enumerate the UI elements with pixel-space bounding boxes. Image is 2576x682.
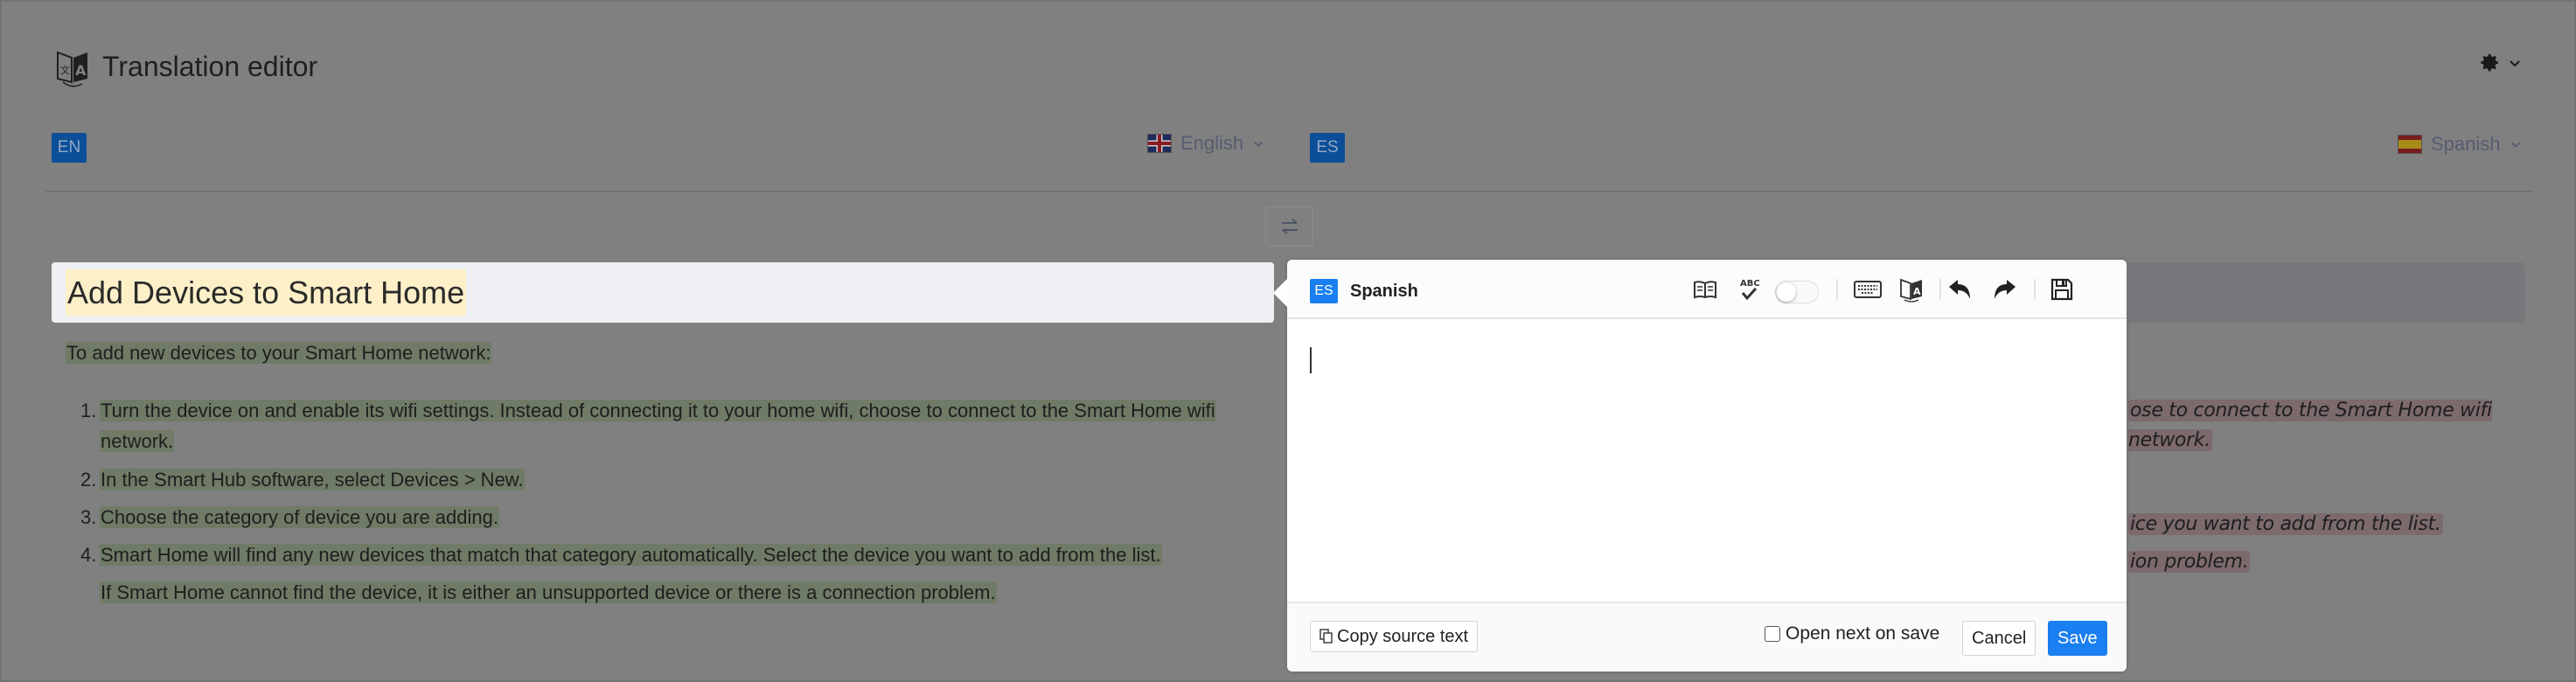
list-item-text: Choose the category of device you are ad… xyxy=(100,506,499,528)
translation-editor-popup: ES Spanish ABC A Copy source text Open n… xyxy=(1273,260,2127,672)
save-draft-button[interactable] xyxy=(2048,275,2076,303)
translate-logo-icon: A 文 xyxy=(57,51,87,87)
target-lang-badge: ES xyxy=(1310,133,1345,163)
source-list-item-1-continued[interactable]: network. xyxy=(100,427,175,456)
chevron-down-icon[interactable] xyxy=(2508,56,2522,70)
app-title: Translation editor xyxy=(102,51,318,82)
target-heading-segment[interactable] xyxy=(2128,262,2524,323)
machine-translate-button[interactable]: A xyxy=(1897,275,1925,303)
untranslated-text: ice you want to add from the list. xyxy=(2128,513,2443,535)
uk-flag-icon xyxy=(1147,134,1172,153)
header-divider xyxy=(45,191,2533,192)
virtual-keyboard-button[interactable] xyxy=(1854,275,1882,303)
source-language-label: English xyxy=(1180,132,1244,154)
chevron-down-icon xyxy=(1254,141,1264,147)
cancel-label: Cancel xyxy=(1972,628,2027,648)
svg-text:ABC: ABC xyxy=(1740,279,1760,289)
svg-text:文: 文 xyxy=(60,64,70,76)
source-note-text: If Smart Home cannot find the device, it… xyxy=(100,581,997,603)
list-number: 4. xyxy=(80,544,97,566)
list-item-text: Turn the device on and enable its wifi s… xyxy=(100,400,1216,421)
editor-toolbar: ES Spanish ABC A xyxy=(1287,260,2127,319)
source-note-segment[interactable]: If Smart Home cannot find the device, it… xyxy=(100,578,997,608)
source-intro-text: To add new devices to your Smart Home ne… xyxy=(66,342,492,364)
svg-text:A: A xyxy=(75,62,87,79)
save-floppy-icon xyxy=(2050,278,2073,301)
gear-icon[interactable] xyxy=(2476,51,2501,75)
target-segment-4[interactable]: ice you want to add from the list. xyxy=(2128,510,2443,539)
target-language-label: Spanish xyxy=(2431,133,2501,155)
source-lang-badge: EN xyxy=(52,133,87,163)
text-cursor xyxy=(1310,347,1312,373)
undo-icon xyxy=(1949,280,1970,299)
swap-languages-button[interactable] xyxy=(1265,206,1313,247)
redo-icon xyxy=(1995,280,2016,299)
list-item-text: network. xyxy=(100,430,175,452)
list-item-text: Smart Home will find any new devices tha… xyxy=(100,544,1162,566)
book-icon xyxy=(1694,281,1716,299)
copy-icon xyxy=(1319,629,1333,644)
copy-source-button[interactable]: Copy source text xyxy=(1310,621,1479,652)
editor-lang-label: Spanish xyxy=(1350,282,1418,301)
list-number: 2. xyxy=(80,469,97,491)
target-language-dropdown[interactable]: Spanish xyxy=(2398,130,2522,158)
list-item-text: In the Smart Hub software, select Device… xyxy=(100,469,525,491)
chevron-down-icon xyxy=(2510,142,2520,148)
target-segment-1[interactable]: ose to connect to the Smart Home wifi ne… xyxy=(2128,396,2574,456)
editor-footer: Copy source text Open next on save Cance… xyxy=(1287,602,2127,672)
toolbar-separator xyxy=(1939,279,1941,300)
toggle-knob xyxy=(1777,282,1796,302)
checkbox[interactable] xyxy=(1765,626,1780,642)
copy-source-label: Copy source text xyxy=(1337,626,1469,646)
spain-flag-icon xyxy=(2398,135,2422,154)
translate-icon: A xyxy=(1900,278,1922,303)
untranslated-text: ose to connect to the Smart Home wifi ne… xyxy=(2128,400,2492,451)
list-number: 1. xyxy=(80,400,97,421)
keyboard-icon xyxy=(1854,281,1882,298)
redo-button[interactable] xyxy=(1990,275,2018,303)
source-intro-segment[interactable]: To add new devices to your Smart Home ne… xyxy=(66,338,492,368)
toolbar-separator xyxy=(2034,279,2036,300)
source-heading-text: Add Devices to Smart Home xyxy=(66,269,467,316)
target-segment-note[interactable]: ion problem. xyxy=(2128,547,2251,577)
spellcheck-abc-icon: ABC xyxy=(1740,279,1760,301)
undo-button[interactable] xyxy=(1946,275,1974,303)
swap-arrows-icon xyxy=(1281,219,1298,234)
open-next-on-save-checkbox[interactable]: Open next on save xyxy=(1765,623,1939,644)
source-list-item-3[interactable]: Choose the category of device you are ad… xyxy=(100,503,499,532)
svg-text:A: A xyxy=(1913,286,1921,297)
untranslated-text: ion problem. xyxy=(2128,551,2251,573)
toolbar-toggle-switch[interactable] xyxy=(1775,281,1819,303)
spellcheck-button[interactable]: ABC xyxy=(1735,275,1763,303)
list-number: 3. xyxy=(80,506,97,528)
editor-lang-badge: ES xyxy=(1310,279,1338,303)
source-list-item-2[interactable]: In the Smart Hub software, select Device… xyxy=(100,465,525,495)
save-button[interactable]: Save xyxy=(2048,621,2107,656)
toolbar-separator xyxy=(1836,279,1838,300)
source-list-item-4[interactable]: Smart Home will find any new devices tha… xyxy=(100,540,1162,570)
popup-pointer xyxy=(1273,279,1287,307)
translation-input-area[interactable] xyxy=(1287,319,2127,602)
save-label: Save xyxy=(2057,628,2098,648)
cancel-button[interactable]: Cancel xyxy=(1962,621,2036,656)
open-next-label: Open next on save xyxy=(1786,623,1940,644)
glossary-button[interactable] xyxy=(1691,275,1719,303)
source-list-item-1[interactable]: Turn the device on and enable its wifi s… xyxy=(100,396,1216,426)
source-language-dropdown[interactable]: English xyxy=(1147,129,1264,157)
source-heading-segment[interactable]: Add Devices to Smart Home xyxy=(52,262,1274,323)
